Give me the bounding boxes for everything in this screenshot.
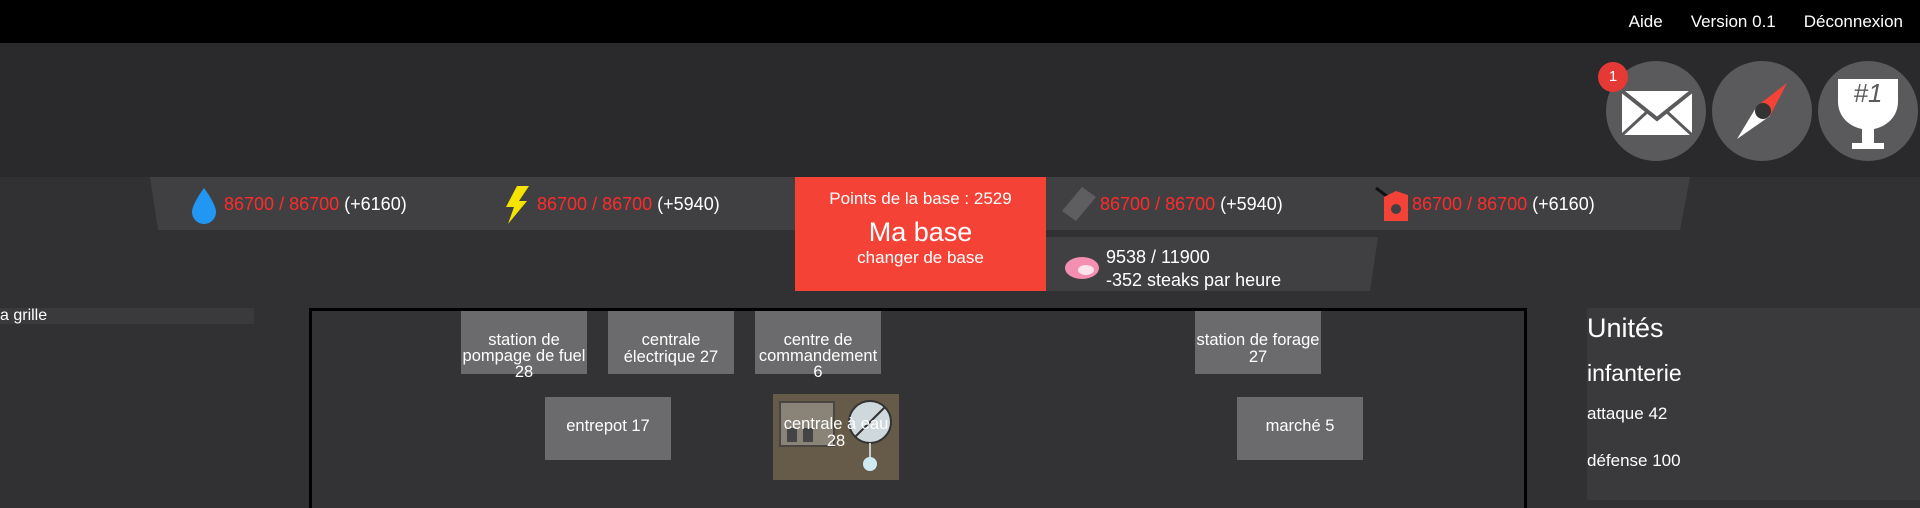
building-label: station de pompage de fuel 28 <box>462 331 586 381</box>
lightning-icon <box>506 186 529 224</box>
units-panel: Unités infanterie attaque 42 défense 100 <box>1587 308 1920 500</box>
electricity-resource: 86700 / 86700 (+5940) <box>537 194 720 214</box>
water-current: 86700 <box>224 194 275 214</box>
metal-current: 86700 <box>1100 194 1151 214</box>
base-points: Points de la base : 2529 <box>829 189 1012 208</box>
building-water-plant[interactable]: centrale à eau 28 <box>773 394 899 480</box>
building-label: entrepot 17 <box>566 417 650 435</box>
metal-rate: (+5940) <box>1220 194 1283 214</box>
building-market[interactable]: marché 5 <box>1237 397 1363 460</box>
fuel-can-icon <box>1375 186 1408 221</box>
building-fuel-pump[interactable]: station de pompage de fuel 28 <box>461 311 587 380</box>
electricity-rate: (+5940) <box>657 194 720 214</box>
base-selector[interactable]: Points de la base : 2529 Ma base changer… <box>795 177 1046 291</box>
building-label: marché 5 <box>1265 417 1335 435</box>
building-power-plant[interactable]: centrale électrique 27 <box>608 311 734 374</box>
message-count-badge: 1 <box>1598 62 1628 92</box>
electricity-current: 86700 <box>537 194 588 214</box>
unit-type[interactable]: infanterie <box>1587 360 1682 387</box>
building-label: station de forage 27 <box>1196 331 1320 366</box>
change-base-link[interactable]: changer de base <box>795 248 1046 268</box>
unit-defense: défense 100 <box>1587 451 1681 470</box>
water-resource: 86700 / 86700 (+6160) <box>224 194 407 214</box>
units-title: Unités <box>1587 313 1664 343</box>
trophy-icon <box>1838 79 1898 149</box>
help-link[interactable]: Aide <box>1629 12 1663 32</box>
water-drop-icon <box>192 188 216 224</box>
fuel-rate: (+6160) <box>1532 194 1595 214</box>
building-label: centre de commandement 6 <box>758 331 878 381</box>
fuel-resource: 86700 / 86700 (+6160) <box>1412 194 1595 214</box>
food-resource: 9538 / 11900 -352 steaks par heure <box>1106 246 1281 292</box>
building-label: centrale électrique 27 <box>623 331 719 366</box>
left-panel-item[interactable]: a grille <box>0 308 254 324</box>
building-label: centrale à eau 28 <box>783 415 889 450</box>
food-amount: 9538 / 11900 <box>1106 247 1210 267</box>
building-warehouse[interactable]: entrepot 17 <box>545 397 671 460</box>
ranking-button[interactable]: #1 <box>1818 61 1918 161</box>
unit-attack: attaque 42 <box>1587 404 1668 423</box>
metal-bar-icon <box>1062 187 1096 221</box>
map-button[interactable] <box>1712 61 1812 161</box>
metal-resource: 86700 / 86700 (+5940) <box>1100 194 1283 214</box>
building-drilling-station[interactable]: station de forage 27 <box>1195 311 1321 374</box>
fuel-current: 86700 <box>1412 194 1463 214</box>
fuel-max: 86700 <box>1477 194 1528 214</box>
base-grid: station de pompage de fuel 28 centrale é… <box>309 308 1527 508</box>
water-rate: (+6160) <box>344 194 407 214</box>
steak-icon <box>1065 257 1099 279</box>
base-name: Ma base <box>868 217 973 247</box>
top-links: Aide Version 0.1 Déconnexion <box>1629 12 1903 32</box>
building-command-center[interactable]: centre de commandement 6 <box>755 311 881 380</box>
top-bar: Aide Version 0.1 Déconnexion <box>0 0 1920 43</box>
logout-link[interactable]: Déconnexion <box>1804 12 1903 32</box>
version-link[interactable]: Version 0.1 <box>1691 12 1776 32</box>
food-rate: -352 steaks par heure <box>1106 270 1282 290</box>
electricity-max: 86700 <box>602 194 653 214</box>
water-max: 86700 <box>289 194 340 214</box>
rank-label: #1 <box>1853 78 1883 108</box>
compass-icon <box>1737 83 1787 139</box>
metal-max: 86700 <box>1165 194 1216 214</box>
